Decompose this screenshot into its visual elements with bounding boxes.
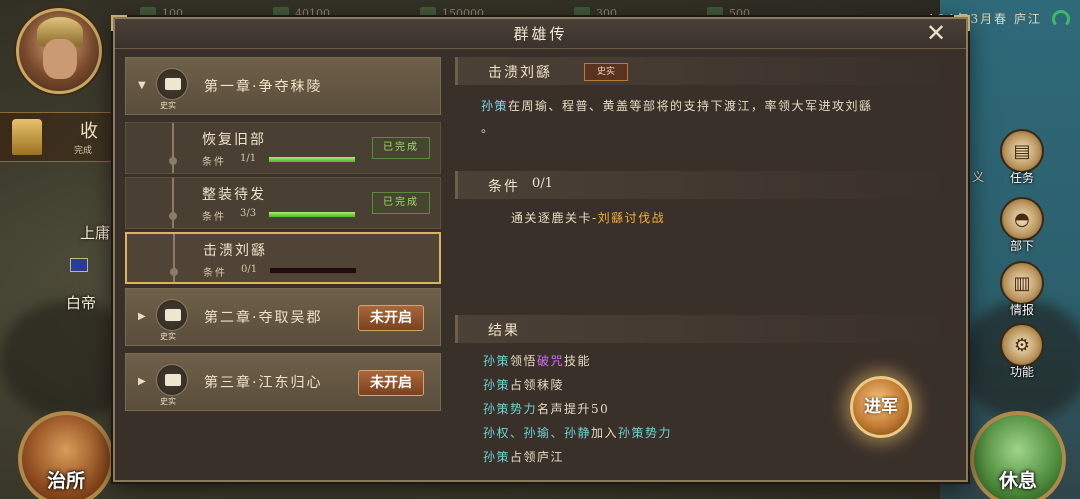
player-avatar[interactable] bbox=[16, 8, 102, 94]
result-item: 孙策占领秣陵 bbox=[483, 378, 565, 392]
result-item: 孙策占领庐江 bbox=[483, 450, 565, 464]
chapter-locked-badge: 未开启 bbox=[358, 370, 424, 396]
quest-cond-value: 3/3 bbox=[240, 208, 257, 219]
result-list: 孙策领悟破咒技能 孙策占领秣陵 孙策势力名声提升50 孙权、孙瑜、孙静加入孙策势… bbox=[483, 349, 672, 469]
functions-button[interactable]: ⚙ 功能 bbox=[994, 318, 1050, 380]
quest-item-selected[interactable]: 击溃刘繇 条件 0/1 bbox=[125, 232, 441, 284]
quest-name: 整装待发 bbox=[202, 187, 266, 203]
chapter-title: 第二章·夺取吴郡 bbox=[204, 310, 323, 326]
chevron-right-icon: ▶ bbox=[138, 311, 146, 322]
harvest-sub: 完成 bbox=[74, 146, 93, 156]
chapter-3[interactable]: ▶ 史实 第三章·江东归心 未开启 bbox=[125, 353, 441, 411]
heroes-dialog: 群雄传 ✕ ▼ 史实 第一章·争夺秣陵 恢复旧部 条件 1/1 已完成 整装待发… bbox=[111, 15, 970, 482]
dialog-title: 群雄传 bbox=[513, 25, 568, 43]
task-button[interactable]: ▤ 任务 bbox=[994, 124, 1050, 186]
city-baidi[interactable]: 白帝 bbox=[66, 292, 96, 313]
chapter-title: 第一章·争夺秣陵 bbox=[204, 79, 323, 95]
gear-icon: ⚙ bbox=[1000, 323, 1044, 367]
chevron-down-icon: ▼ bbox=[138, 80, 146, 91]
detail-description: 孙策在周瑜、程普、黄盖等部将的支持下渡江，率领大军进攻刘繇。 bbox=[481, 99, 873, 135]
quest-progress-bar bbox=[268, 211, 356, 218]
scroll-icon bbox=[156, 299, 188, 331]
harvest-panel[interactable]: 收 完成 bbox=[0, 112, 118, 162]
battle-link[interactable]: 刘繇讨伐战 bbox=[598, 211, 666, 225]
book-icon: ▥ bbox=[1000, 261, 1044, 305]
condition-header: 条件 0/1 bbox=[455, 171, 956, 199]
advance-button[interactable]: 进军 bbox=[850, 376, 912, 438]
quest-name: 恢复旧部 bbox=[202, 132, 266, 148]
seal-icon bbox=[12, 119, 42, 155]
quest-progress-bar bbox=[269, 267, 357, 274]
result-item: 孙权、孙瑜、孙静加入孙策势力 bbox=[483, 426, 673, 440]
chapter-tag: 史实 bbox=[160, 101, 176, 110]
result-item: 孙策势力名声提升50 bbox=[483, 402, 610, 416]
quest-item[interactable]: 恢复旧部 条件 1/1 已完成 bbox=[125, 122, 441, 174]
history-badge: 史实 bbox=[584, 63, 628, 81]
quest-item[interactable]: 整装待发 条件 3/3 已完成 bbox=[125, 177, 441, 229]
scroll-icon bbox=[156, 68, 188, 100]
chapter-tag: 史实 bbox=[160, 332, 176, 341]
quest-cond-label: 条件 bbox=[202, 157, 226, 168]
quest-cond-value: 1/1 bbox=[240, 153, 257, 164]
rest-button[interactable]: 休息 bbox=[970, 411, 1066, 499]
city-shangyong[interactable]: 上庸 bbox=[80, 222, 110, 243]
quest-cond-value: 0/1 bbox=[241, 264, 258, 275]
quest-status-badge: 已完成 bbox=[372, 137, 430, 159]
detail-title: 击溃刘繇 bbox=[488, 65, 552, 81]
close-icon[interactable]: ✕ bbox=[924, 21, 948, 46]
quest-name: 击溃刘繇 bbox=[203, 243, 267, 259]
quest-cond-label: 条件 bbox=[203, 268, 227, 279]
chapter-1[interactable]: ▼ 史实 第一章·争夺秣陵 bbox=[125, 57, 441, 115]
quest-cond-label: 条件 bbox=[202, 212, 226, 223]
harvest-title: 收 bbox=[80, 121, 98, 142]
wifi-icon bbox=[1052, 10, 1070, 28]
result-item: 孙策领悟破咒技能 bbox=[483, 354, 592, 368]
quest-status-badge: 已完成 bbox=[372, 192, 430, 214]
chapter-title: 第三章·江东归心 bbox=[204, 375, 323, 391]
result-header: 结果 bbox=[455, 315, 956, 343]
quest-progress-bar bbox=[268, 156, 356, 163]
detail-header: 击溃刘繇 史实 bbox=[455, 57, 956, 85]
chevron-right-icon: ▶ bbox=[138, 376, 146, 387]
dialog-header: 群雄传 ✕ bbox=[115, 19, 966, 49]
chapter-2[interactable]: ▶ 史实 第二章·夺取吴郡 未开启 bbox=[125, 288, 441, 346]
subordinates-button[interactable]: ◓ 部下 bbox=[994, 192, 1050, 254]
chapter-tag: 史实 bbox=[160, 397, 176, 406]
helmet-icon: ◓ bbox=[1000, 197, 1044, 241]
side-char: 义 bbox=[971, 170, 984, 184]
chapter-locked-badge: 未开启 bbox=[358, 305, 424, 331]
scroll-icon bbox=[156, 364, 188, 396]
flag-icon bbox=[70, 258, 88, 272]
chapter-list: ▼ 史实 第一章·争夺秣陵 恢复旧部 条件 1/1 已完成 整装待发 条件 3/… bbox=[125, 57, 441, 418]
scroll-icon: ▤ bbox=[1000, 129, 1044, 173]
zhisuo-button[interactable]: 治所 bbox=[18, 411, 114, 499]
intel-button[interactable]: ▥ 情报 bbox=[994, 256, 1050, 318]
condition-text: 通关逐鹿关卡-刘繇讨伐战 bbox=[511, 211, 666, 225]
